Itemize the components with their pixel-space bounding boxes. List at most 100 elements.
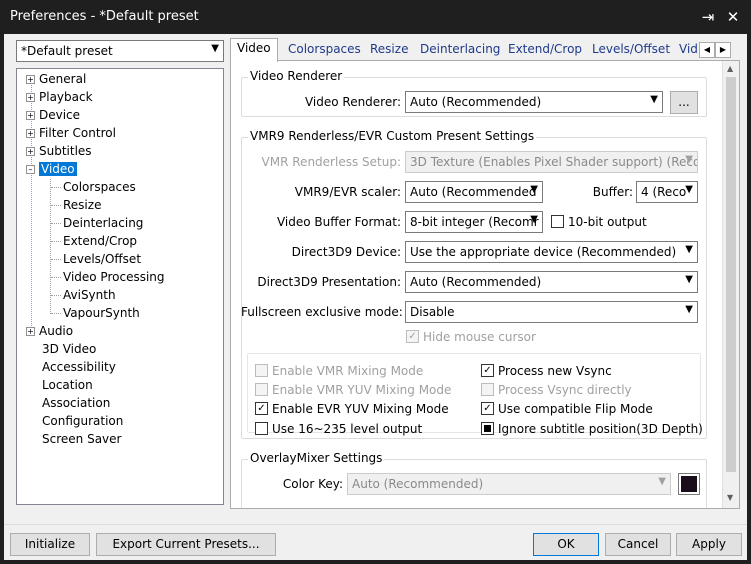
vmr-setup-select: 3D Texture (Enables Pixel Shader support… [405, 151, 698, 173]
tree-item-video-processing[interactable]: Video Processing [63, 268, 165, 286]
tree-item-3d-video[interactable]: 3D Video [42, 340, 96, 358]
chevron-down-icon: ▼ [530, 214, 538, 225]
checkbox-box [481, 383, 494, 396]
d3d-presentation-label: Direct3D9 Presentation: [257, 275, 401, 289]
preset-dropdown[interactable]: *Default preset ▼ [16, 40, 224, 62]
tree-item-playback[interactable]: + Playback [26, 88, 93, 106]
tree-item-location[interactable]: Location [42, 376, 93, 394]
scroll-down-icon[interactable]: ▼ [727, 493, 733, 502]
tab-scroll-left-icon[interactable]: ◀ [699, 42, 715, 58]
video-tab-page: Video Renderer Video Renderer: Auto (Rec… [230, 60, 740, 509]
tree-item-video[interactable]: – Video [26, 160, 77, 178]
pin-icon[interactable]: ⇥ [697, 6, 719, 28]
tree-item-filter-control[interactable]: + Filter Control [26, 124, 116, 142]
d3d-presentation-select[interactable]: Auto (Recommended) ▼ [405, 271, 698, 293]
tree-item-subtitles[interactable]: + Subtitles [26, 142, 92, 160]
tab-strip: Video Colorspaces Resize Deinterlacing E… [230, 38, 740, 62]
apply-button[interactable]: Apply [676, 533, 742, 556]
new-vsync-checkbox[interactable]: ✓ Process new Vsync [481, 363, 612, 379]
tree-item-deinterlacing[interactable]: Deinterlacing [63, 214, 143, 232]
tab-scroll-right-icon[interactable]: ▶ [715, 42, 731, 58]
tab-resize[interactable]: Resize [364, 40, 414, 60]
scaler-label: VMR9/EVR scaler: [294, 185, 401, 199]
tree-item-device[interactable]: + Device [26, 106, 80, 124]
close-icon[interactable]: ✕ [722, 6, 744, 28]
chevron-down-icon: ▼ [530, 184, 538, 195]
scaler-select[interactable]: Auto (Recommended ▼ [405, 181, 543, 203]
level-output-checkbox[interactable]: Use 16~235 level output [255, 421, 422, 437]
tree-item-accessibility[interactable]: Accessibility [42, 358, 116, 376]
tree-item-levels-offset[interactable]: Levels/Offset [63, 250, 141, 268]
group-title: VMR9 Renderless/EVR Custom Present Setti… [248, 129, 537, 143]
tree-item-resize[interactable]: Resize [63, 196, 101, 214]
color-key-swatch[interactable] [678, 473, 700, 495]
checkbox-box [255, 422, 268, 435]
buffer-select[interactable]: 4 (Reco ▼ [636, 181, 698, 203]
vmr-setup-label: VMR Renderless Setup: [261, 155, 401, 169]
evr-yuv-mixing-checkbox[interactable]: ✓ Enable EVR YUV Mixing Mode [255, 401, 449, 417]
chevron-down-icon: ▼ [685, 244, 693, 255]
tree-item-configuration[interactable]: Configuration [42, 412, 123, 430]
hide-cursor-checkbox: ✓ Hide mouse cursor [406, 329, 536, 345]
tab-video[interactable]: Video [230, 38, 278, 62]
checkbox-box [551, 215, 564, 228]
chevron-down-icon: ▼ [650, 94, 658, 105]
collapse-icon[interactable]: – [26, 165, 35, 174]
vertical-scrollbar[interactable]: ▲ ▼ [722, 61, 739, 508]
checkmark-icon: ✓ [255, 402, 268, 415]
tree-item-audio[interactable]: + Audio [26, 322, 73, 340]
chevron-down-icon: ▼ [685, 154, 693, 165]
cancel-button[interactable]: Cancel [605, 533, 671, 556]
preferences-client: *Default preset ▼ + General + Playback + De… [4, 34, 747, 560]
chevron-down-icon: ▼ [658, 476, 666, 487]
ten-bit-output-checkbox[interactable]: 10-bit output [551, 214, 647, 230]
tree-item-screen-saver[interactable]: Screen Saver [42, 430, 121, 448]
checkbox-box [255, 383, 268, 396]
tree-item-colorspaces[interactable]: Colorspaces [63, 178, 136, 196]
vmr-yuv-mixing-checkbox: Enable VMR YUV Mixing Mode [255, 382, 451, 398]
buffer-format-select[interactable]: 8-bit integer (Recomr ▼ [405, 211, 543, 233]
fullscreen-mode-select[interactable]: Disable ▼ [405, 301, 698, 323]
window-title: Preferences - *Default preset [10, 9, 199, 24]
tree-item-general[interactable]: + General [26, 70, 86, 88]
checkmark-icon: ✓ [406, 330, 419, 343]
expand-icon[interactable]: + [26, 93, 35, 102]
expand-icon[interactable]: + [26, 147, 35, 156]
chevron-down-icon: ▼ [685, 274, 693, 285]
tree-item-association[interactable]: Association [42, 394, 110, 412]
tree-item-avisynth[interactable]: AviSynth [63, 286, 116, 304]
flip-mode-checkbox[interactable]: ✓ Use compatible Flip Mode [481, 401, 653, 417]
expand-icon[interactable]: + [26, 111, 35, 120]
button-bar: Initialize Export Current Presets... OK … [4, 524, 747, 560]
tree-item-vapoursynth[interactable]: VapourSynth [63, 304, 140, 322]
chevron-down-icon: ▼ [685, 304, 693, 315]
checkbox-box [255, 364, 268, 377]
d3d-device-select[interactable]: Use the appropriate device (Recommended)… [405, 241, 698, 263]
tab-colorspaces[interactable]: Colorspaces [282, 40, 367, 60]
ignore-subtitle-checkbox[interactable]: Ignore subtitle position(3D Depth) [481, 421, 703, 437]
video-renderer-select[interactable]: Auto (Recommended) ▼ [405, 91, 663, 113]
color-key-label: Color Key: [282, 477, 343, 491]
expand-icon[interactable]: + [26, 129, 35, 138]
expand-icon[interactable]: + [26, 327, 35, 336]
tab-deinterlacing[interactable]: Deinterlacing [414, 40, 506, 60]
buffer-label: Buffer: [592, 185, 633, 199]
renderer-browse-button[interactable]: ... [670, 91, 698, 114]
tab-levels-offset[interactable]: Levels/Offset [586, 40, 676, 60]
expand-icon[interactable]: + [26, 75, 35, 84]
settings-tree[interactable]: + General + Playback + Device + Filter Contr… [16, 68, 224, 505]
export-presets-button[interactable]: Export Current Presets... [96, 533, 276, 556]
preset-value: *Default preset [21, 44, 113, 58]
tree-item-extend-crop[interactable]: Extend/Crop [63, 232, 137, 250]
fullscreen-mode-label: Fullscreen exclusive mode: [241, 305, 403, 319]
initialize-button[interactable]: Initialize [10, 533, 90, 556]
ok-button[interactable]: OK [533, 533, 599, 556]
video-settings-panel: Video Renderer Video Renderer: Auto (Rec… [231, 61, 721, 508]
chevron-down-icon: ▼ [685, 184, 693, 195]
checkmark-icon: ✓ [481, 402, 494, 415]
scroll-up-icon[interactable]: ▲ [727, 64, 733, 73]
video-renderer-label: Video Renderer: [304, 95, 401, 109]
buffer-format-label: Video Buffer Format: [276, 215, 401, 229]
scrollbar-thumb[interactable] [726, 77, 736, 472]
tab-extend-crop[interactable]: Extend/Crop [502, 40, 588, 60]
